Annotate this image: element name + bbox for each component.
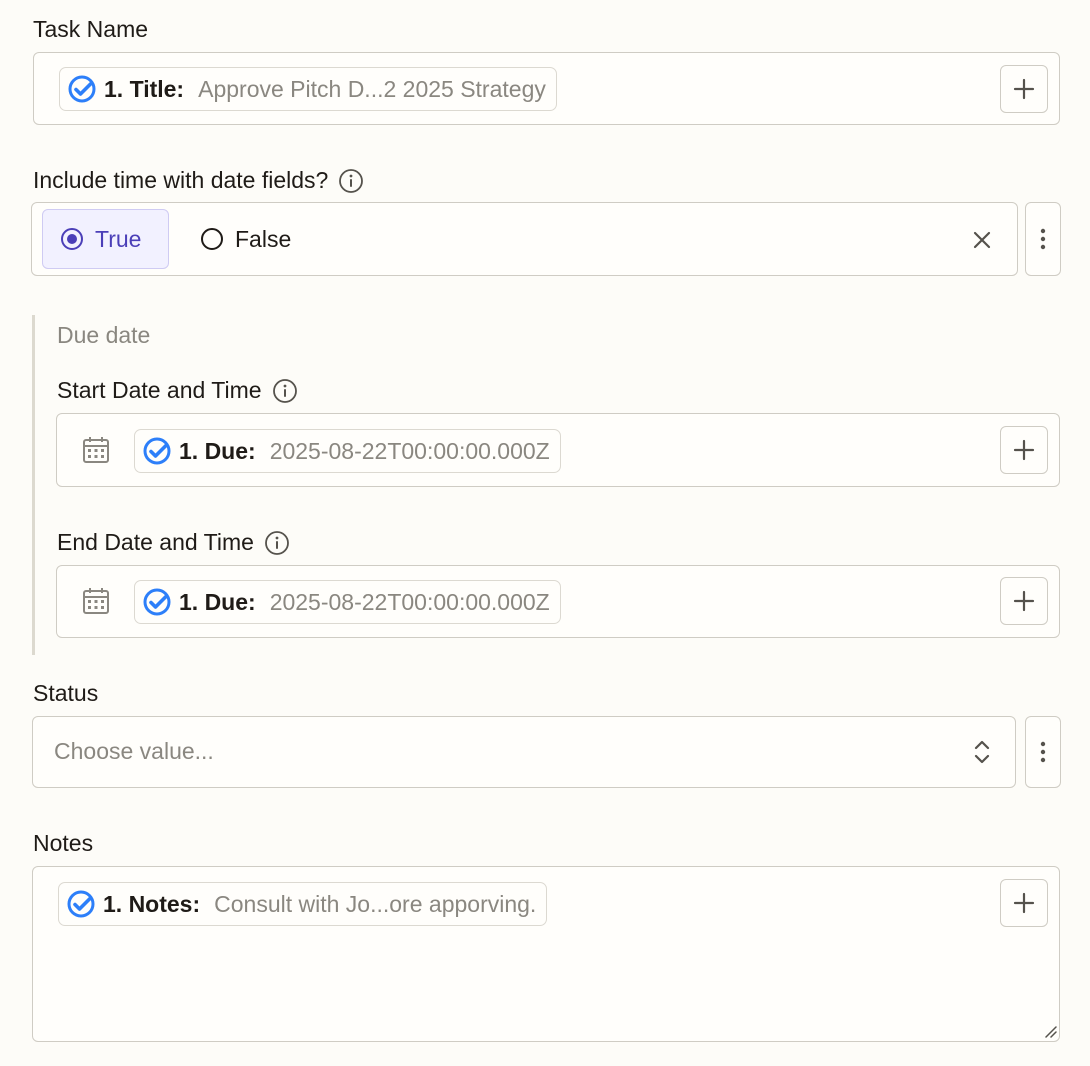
chevron-up-down-icon[interactable] — [970, 738, 994, 766]
radio-option-label: False — [235, 225, 292, 252]
circle-check-icon — [143, 588, 171, 616]
status-placeholder: Choose value... — [54, 738, 214, 764]
kebab-icon — [1039, 740, 1047, 764]
pill-value: 2025-08-22T00:00:00.000Z — [269, 437, 550, 464]
pill-key: 1. Due: — [179, 437, 256, 464]
status-more-button[interactable] — [1025, 716, 1061, 788]
pill-key: 1. Due: — [179, 588, 256, 615]
radio-option-true[interactable]: True — [42, 209, 169, 269]
end-date-label: End Date and Time — [57, 529, 290, 556]
plus-icon — [1012, 77, 1036, 101]
include-time-more-button[interactable] — [1025, 202, 1061, 276]
plus-icon — [1012, 891, 1036, 915]
start-date-label: Start Date and Time — [57, 377, 298, 404]
pill-key: 1. Title: — [104, 75, 185, 102]
radio-option-false[interactable]: False — [183, 209, 309, 269]
notes-add-button[interactable] — [1000, 879, 1048, 927]
due-date-title: Due date — [57, 322, 151, 348]
plus-icon — [1012, 438, 1036, 462]
info-icon[interactable] — [338, 168, 364, 194]
info-icon[interactable] — [272, 378, 298, 404]
pill-key: 1. Notes: — [103, 890, 201, 917]
task-name-label: Task Name — [33, 16, 148, 43]
resize-handle-icon[interactable] — [1043, 1024, 1057, 1038]
include-time-field — [31, 202, 1018, 276]
radio-unselected-icon — [201, 228, 223, 250]
circle-check-icon — [67, 890, 95, 918]
end-date-add-button[interactable] — [1000, 577, 1048, 625]
close-icon[interactable] — [970, 228, 994, 252]
task-name-label-text: Task Name — [33, 16, 149, 42]
kebab-icon — [1039, 227, 1047, 251]
end-date-pill[interactable]: 1. Due: 2025-08-22T00:00:00.000Z — [134, 580, 561, 624]
notes-label-text: Notes — [33, 830, 94, 856]
status-label-text: Status — [33, 680, 99, 706]
calendar-icon[interactable] — [81, 435, 111, 465]
circle-check-icon — [143, 437, 171, 465]
include-time-label-text: Include time with date fields? — [33, 167, 329, 193]
task-name-pill[interactable]: 1. Title: Approve Pitch D...2 2025 Strat… — [59, 67, 557, 111]
circle-check-icon — [68, 75, 96, 103]
task-name-add-button[interactable] — [1000, 65, 1048, 113]
notes-pill[interactable]: 1. Notes: Consult with Jo...ore apporvin… — [58, 882, 548, 926]
pill-value: 2025-08-22T00:00:00.000Z — [269, 588, 550, 615]
start-date-pill[interactable]: 1. Due: 2025-08-22T00:00:00.000Z — [134, 429, 561, 473]
section-divider — [32, 315, 35, 655]
status-label: Status — [33, 680, 98, 707]
pill-value: Consult with Jo...ore apporving. — [214, 890, 537, 917]
calendar-icon[interactable] — [81, 586, 111, 616]
info-icon[interactable] — [264, 530, 290, 556]
radio-selected-icon — [61, 228, 83, 250]
include-time-label: Include time with date fields? — [33, 167, 364, 194]
notes-label: Notes — [33, 830, 93, 857]
start-date-add-button[interactable] — [1000, 426, 1048, 474]
start-date-label-text: Start Date and Time — [57, 377, 262, 403]
pill-value: Approve Pitch D...2 2025 Strategy — [198, 75, 546, 102]
plus-icon — [1012, 589, 1036, 613]
radio-option-label: True — [95, 225, 142, 252]
end-date-label-text: End Date and Time — [57, 529, 254, 555]
